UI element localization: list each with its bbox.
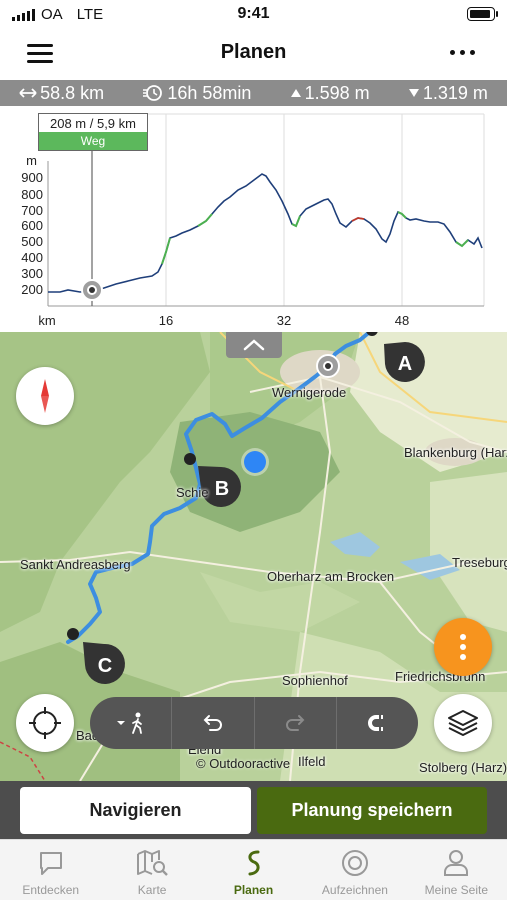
snap-to-path-button[interactable]	[335, 697, 418, 749]
status-time: 9:41	[237, 5, 270, 22]
waypoint-a-label: A	[398, 353, 412, 375]
map-search-icon	[137, 850, 168, 876]
status-bar: OA LTE 9:41	[0, 0, 507, 30]
current-location-dot	[244, 451, 266, 473]
y-tick-800: 800	[21, 187, 43, 202]
stat-ascent-value: 1.598 m	[304, 82, 370, 103]
activity-mode-button[interactable]	[90, 697, 171, 749]
distance-arrows-icon	[19, 88, 37, 98]
stat-distance: 58.8 km	[19, 83, 104, 104]
place-stolberg: Stolberg (Harz)	[419, 760, 507, 775]
tab-meine-seite[interactable]: Meine Seite	[406, 840, 507, 900]
collapse-profile-button[interactable]	[226, 332, 282, 358]
elevation-profile[interactable]: m 900 800 700 600 500 400 300 200 km 16 …	[0, 106, 507, 332]
redo-icon	[286, 715, 305, 731]
elevation-line	[48, 173, 483, 293]
stat-duration-value: 16h 58min	[167, 82, 252, 103]
y-tick-700: 700	[21, 203, 43, 218]
ascent-triangle-icon	[290, 89, 301, 97]
y-tick-200: 200	[21, 282, 43, 297]
map-route-point[interactable]	[67, 628, 79, 640]
redo-button[interactable]	[253, 697, 336, 749]
y-tick-500: 500	[21, 234, 43, 249]
x-tick-48: 48	[395, 313, 409, 328]
y-tick-900: 900	[21, 170, 43, 185]
stat-duration: 16h 58min	[142, 83, 251, 104]
elevation-path-segment	[197, 213, 213, 227]
tab-entdecken[interactable]: Entdecken	[0, 840, 101, 900]
compass-needle-icon	[41, 379, 49, 413]
profile-tooltip-type: Weg	[39, 132, 147, 150]
route-edit-toolbar	[90, 697, 418, 749]
magnet-icon	[368, 715, 384, 731]
place-sankt-andreasberg: Sankt Andreasberg	[20, 557, 131, 572]
stat-descent-value: 1.319 m	[422, 82, 488, 103]
tab-label: Aufzeichnen	[321, 883, 388, 897]
profile-position-marker-dot	[89, 287, 95, 293]
tab-label: Meine Seite	[424, 883, 489, 897]
tab-planen[interactable]: Planen	[203, 840, 304, 900]
map-profile-marker-dot	[325, 363, 331, 369]
clock-icon	[143, 85, 163, 101]
battery-icon	[467, 7, 498, 21]
place-treseburg: Treseburg	[452, 555, 507, 570]
navigate-button[interactable]: Navigieren	[20, 787, 251, 834]
chat-bubble-icon	[39, 852, 62, 875]
compass-button[interactable]	[16, 367, 74, 425]
walking-icon	[116, 712, 142, 734]
x-tick-32: 32	[277, 313, 291, 328]
profile-tooltip-value: 208 m / 5,9 km	[50, 116, 136, 131]
stat-distance-value: 58.8 km	[40, 82, 105, 103]
tab-label: Entdecken	[22, 883, 80, 897]
stat-ascent: 1.598 m	[290, 83, 370, 104]
map-attribution[interactable]: © Outdooractive	[196, 756, 290, 771]
battery-fill	[470, 10, 490, 18]
person-icon	[444, 850, 469, 876]
route-stats-bar: 58.8 km 16h 58min 1.598 m 1.319 m	[0, 80, 507, 106]
route-squiggle-icon	[248, 850, 260, 876]
waypoint-c-label: C	[98, 655, 112, 677]
navigation-bar: Planen	[0, 30, 507, 78]
place-blankenburg: Blankenburg (Harz)	[404, 445, 507, 460]
locate-me-button[interactable]	[16, 694, 74, 752]
place-oberharz: Oberharz am Brocken	[267, 569, 395, 584]
tab-label: Karte	[137, 883, 167, 897]
place-sophienhof: Sophienhof	[282, 673, 348, 688]
undo-button[interactable]	[171, 697, 253, 749]
undo-icon	[203, 715, 222, 731]
elevation-path-segment	[291, 215, 301, 228]
y-tick-600: 600	[21, 218, 43, 233]
tab-aufzeichnen[interactable]: Aufzeichnen	[304, 840, 405, 900]
layers-icon	[448, 710, 478, 736]
save-plan-button[interactable]: Planung speichern	[257, 787, 487, 834]
map-route-point[interactable]	[184, 453, 196, 465]
tab-label: Planen	[233, 883, 274, 897]
record-icon	[341, 850, 368, 876]
tab-bar: Entdecken Karte Planen Aufzeichnen Meine…	[0, 839, 507, 900]
map-view[interactable]: A B C Wernigerode Blankenburg (Harz) Sch…	[0, 332, 507, 781]
x-unit-label: km	[38, 313, 55, 328]
y-tick-400: 400	[21, 250, 43, 265]
profile-tooltip: 208 m / 5,9 km Weg	[38, 113, 148, 151]
x-tick-16: 16	[159, 313, 173, 328]
ellipsis-icon[interactable]	[450, 50, 475, 55]
place-ilfeld: Ilfeld	[298, 754, 326, 769]
waypoint-b-label: B	[215, 478, 229, 500]
stat-descent: 1.319 m	[408, 83, 488, 104]
action-bar: Navigieren Planung speichern	[0, 781, 507, 839]
page-title: Planen	[220, 41, 287, 63]
y-tick-300: 300	[21, 266, 43, 281]
place-wernigerode: Wernigerode	[272, 385, 347, 400]
chevron-up-icon	[243, 339, 265, 351]
elevation-path-segment	[455, 239, 469, 248]
crosshair-icon	[29, 707, 61, 739]
tab-karte[interactable]: Karte	[101, 840, 202, 900]
place-schierke: Schie	[176, 485, 209, 500]
elevation-path-segment-red	[351, 217, 365, 222]
y-unit-label: m	[26, 153, 37, 168]
descent-triangle-icon	[408, 89, 419, 97]
more-options-fab[interactable]	[434, 618, 492, 676]
layers-button[interactable]	[434, 694, 492, 752]
